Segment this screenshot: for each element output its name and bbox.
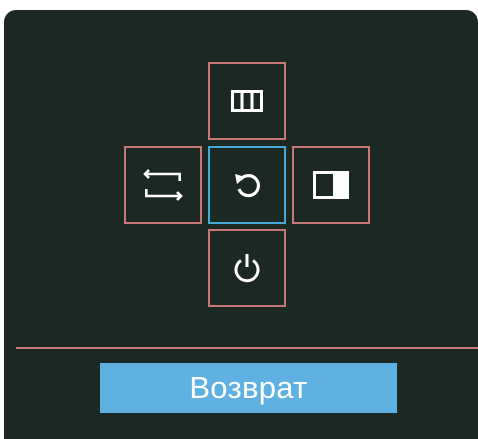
return-button[interactable] (208, 146, 286, 224)
selected-function-label-bar: Возврат (100, 363, 397, 413)
picture-mode-button[interactable] (292, 146, 370, 224)
menu-divider (16, 347, 478, 349)
columns-button[interactable] (208, 62, 286, 140)
columns-icon (231, 90, 263, 112)
picture-mode-icon (313, 171, 349, 199)
power-icon (232, 252, 262, 284)
power-button[interactable] (208, 229, 286, 307)
osd-menu-panel: Возврат (4, 10, 478, 439)
return-icon (232, 170, 262, 200)
selected-function-label: Возврат (189, 370, 308, 405)
input-switch-button[interactable] (124, 146, 202, 224)
input-switch-icon (143, 166, 183, 204)
